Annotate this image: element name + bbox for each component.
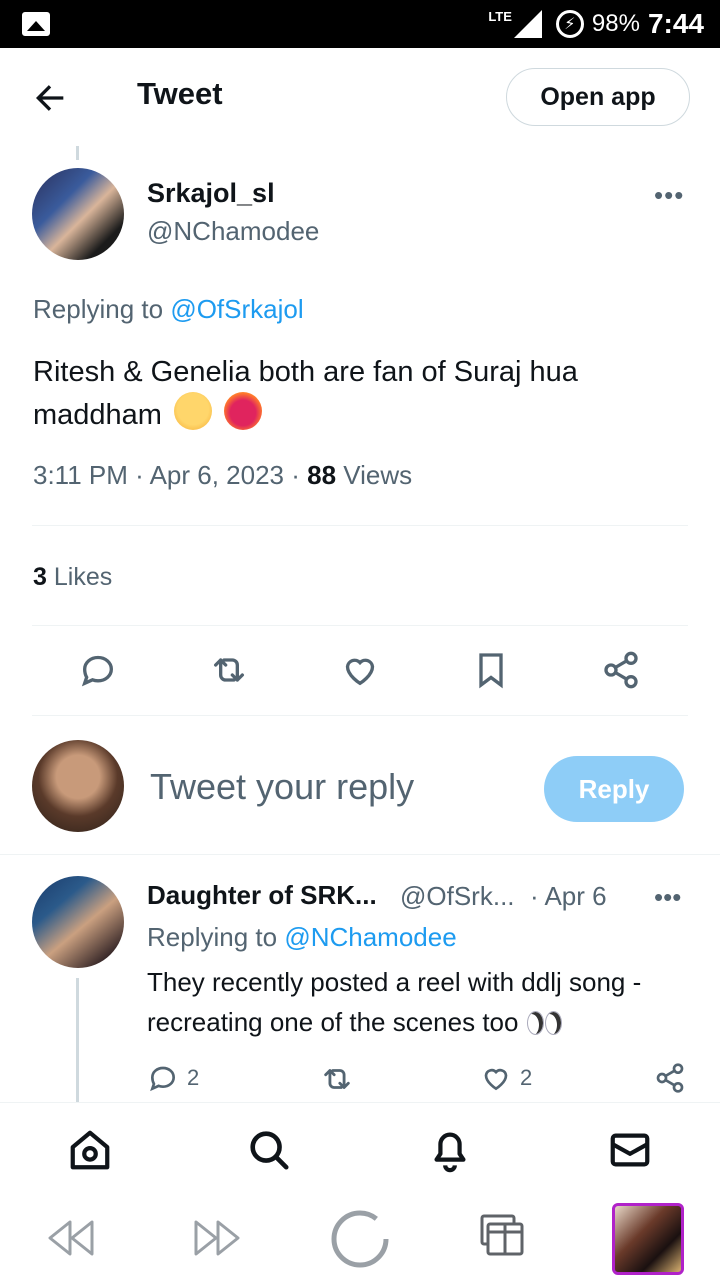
face-with-open-eyes-hand-over-mouth-emoji-icon xyxy=(174,392,213,430)
reply-replying-handle-link[interactable]: @NChamodee xyxy=(284,922,456,952)
home-icon[interactable] xyxy=(67,1127,113,1173)
likes-label: Likes xyxy=(53,563,113,591)
fast-forward-icon[interactable] xyxy=(190,1216,244,1260)
home-circle-icon[interactable] xyxy=(329,1208,391,1270)
tweet-meta: 3:11 PM · Apr 6, 2023 · 88 Views xyxy=(33,460,413,490)
divider xyxy=(32,625,688,626)
share-icon[interactable] xyxy=(601,650,641,690)
more-options-icon[interactable]: ••• xyxy=(654,180,684,211)
back-arrow-icon[interactable] xyxy=(30,78,70,118)
views-label: Views xyxy=(343,460,413,490)
thread-connector-line xyxy=(76,146,79,160)
gallery-notification-icon xyxy=(22,12,50,36)
reply-actions: 2 2 xyxy=(0,1060,720,1100)
reply-author-handle[interactable]: @OfSrk... xyxy=(400,881,515,912)
search-icon[interactable] xyxy=(246,1127,292,1173)
reply-more-options-icon[interactable]: ••• xyxy=(654,882,681,913)
author-handle[interactable]: @NChamodee xyxy=(147,216,319,247)
views-count: 88 xyxy=(307,460,337,490)
tweet-text-content: Ritesh & Genelia both are fan of Suraj h… xyxy=(33,356,578,431)
tweet-actions xyxy=(0,640,720,702)
divider xyxy=(32,715,688,716)
reply-count: 2 xyxy=(187,1065,200,1090)
notifications-bell-icon[interactable] xyxy=(427,1127,473,1173)
replying-to: Replying to @OfSrkajol xyxy=(33,294,304,325)
open-app-button[interactable]: Open app xyxy=(506,68,690,126)
reply-author-name[interactable]: Daughter of SRK... xyxy=(147,880,377,911)
reply-input[interactable]: Tweet your reply xyxy=(150,766,414,808)
reply-icon[interactable] xyxy=(78,650,118,690)
reply-retweet-action[interactable] xyxy=(320,1062,354,1096)
like-heart-icon[interactable] xyxy=(340,650,380,690)
share-icon xyxy=(656,1063,684,1093)
reply-date[interactable]: · Apr 6 xyxy=(530,881,607,912)
current-user-avatar xyxy=(32,740,124,832)
reply-share-action[interactable] xyxy=(654,1062,686,1094)
reply-button[interactable]: Reply xyxy=(544,756,684,822)
tweet-time[interactable]: 3:11 PM xyxy=(33,460,128,490)
reply-text: They recently posted a reel with ddlj so… xyxy=(147,962,692,1042)
author-avatar[interactable] xyxy=(32,168,124,260)
likes-count: 3 xyxy=(33,563,47,591)
divider xyxy=(32,525,688,526)
signal-icon xyxy=(513,10,542,38)
reply-author-avatar[interactable] xyxy=(32,876,124,968)
top-app-bar: Tweet Open app xyxy=(0,48,720,146)
reply-replying-to: Replying to @NChamodee xyxy=(147,922,457,953)
reply-replying-prefix: Replying to xyxy=(147,922,278,952)
tweet-date[interactable]: Apr 6, 2023 xyxy=(150,460,284,490)
clock: 7:44 xyxy=(647,8,704,39)
retweet-icon xyxy=(324,1069,350,1089)
reply-text-content: They recently posted a reel with ddlj so… xyxy=(147,967,642,1037)
network-type: LTE xyxy=(488,8,512,24)
replying-to-handle-link[interactable]: @OfSrkajol xyxy=(170,294,303,324)
recent-app-thumbnail[interactable] xyxy=(612,1203,684,1275)
bookmark-icon[interactable] xyxy=(471,650,511,690)
replying-to-prefix: Replying to xyxy=(33,294,164,324)
status-bar: LTE ⚡ 98% 7:44 xyxy=(0,0,720,48)
likes-summary[interactable]: 3 Likes xyxy=(33,563,112,592)
like-heart-icon xyxy=(484,1068,508,1091)
heart-on-fire-emoji-icon xyxy=(224,392,263,430)
eyes-emoji-icon xyxy=(526,1011,562,1035)
bottom-navigation xyxy=(0,1102,720,1194)
battery-charging-icon: ⚡ xyxy=(555,10,584,38)
page-title: Tweet xyxy=(137,76,223,111)
messages-envelope-icon[interactable] xyxy=(607,1127,653,1173)
reply-icon xyxy=(150,1066,176,1092)
tweet-text: Ritesh & Genelia both are fan of Suraj h… xyxy=(33,352,683,435)
reply-like-action[interactable]: 2 xyxy=(480,1062,532,1094)
reply-like-count: 2 xyxy=(520,1065,533,1090)
tabs-switcher-icon[interactable] xyxy=(478,1212,528,1262)
author-name[interactable]: Srkajol_sl xyxy=(147,178,275,209)
divider xyxy=(0,854,720,855)
reply-reply-action[interactable]: 2 xyxy=(147,1062,199,1094)
rewind-back-icon[interactable] xyxy=(44,1216,98,1260)
retweet-icon[interactable] xyxy=(209,650,249,690)
battery-percent: 98% xyxy=(591,10,640,37)
